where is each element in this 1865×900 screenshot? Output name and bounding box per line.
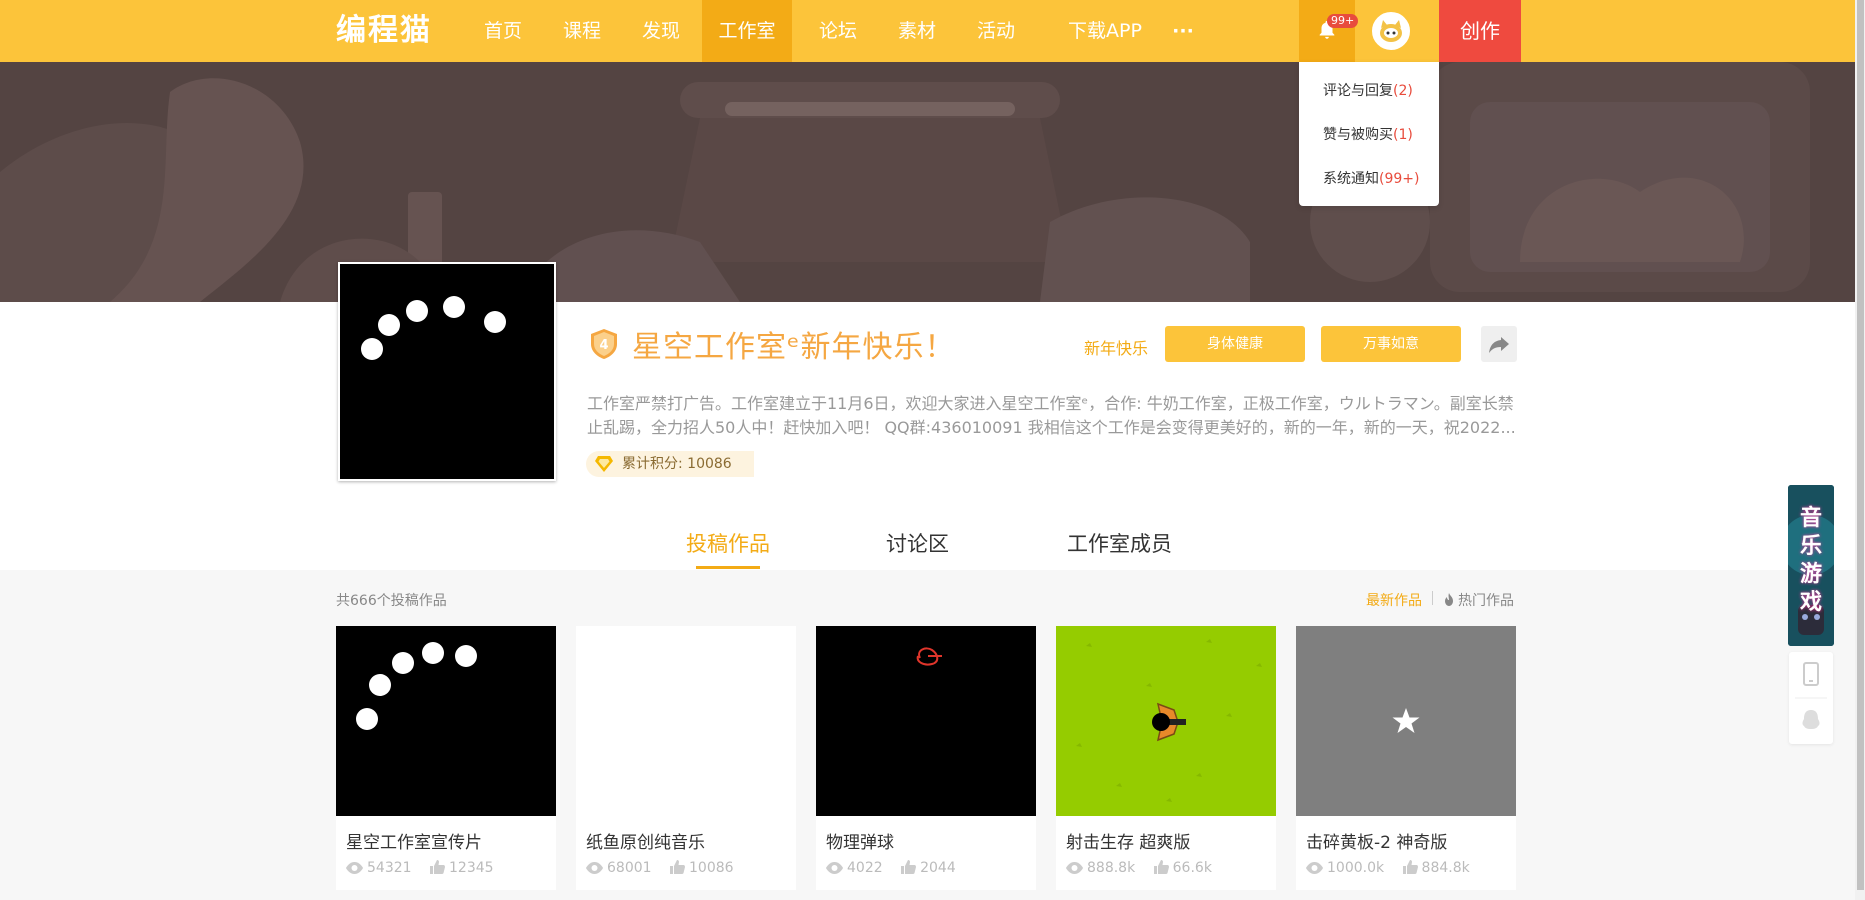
nav-download-app[interactable]: 下载APP xyxy=(1050,0,1160,62)
thumb-up-icon xyxy=(1402,860,1418,874)
nav-courses[interactable]: 课程 xyxy=(549,0,615,62)
work-title: 击碎黄板-2 神奇版 xyxy=(1306,833,1448,853)
works-count: 共666个投稿作品 xyxy=(336,593,447,609)
user-avatar[interactable] xyxy=(1372,12,1410,50)
eye-icon xyxy=(586,862,603,874)
studio-description: 工作室严禁打广告。工作室建立于11月6日，欢迎大家进入星空工作室ᵉ，合作: 牛奶… xyxy=(587,392,1517,440)
sort-hot-label: 热门作品 xyxy=(1458,593,1514,609)
work-thumbnail xyxy=(336,626,556,816)
work-card[interactable]: 纸鱼原创纯音乐 68001 10086 xyxy=(576,626,796,890)
work-title: 纸鱼原创纯音乐 xyxy=(586,833,705,853)
work-stats: 4022 2044 xyxy=(826,860,970,876)
eye-icon xyxy=(1306,862,1323,874)
studio-cover-image xyxy=(338,262,556,481)
side-tools xyxy=(1789,652,1833,744)
nav-more[interactable]: ··· xyxy=(1168,0,1198,62)
nav-forum[interactable]: 论坛 xyxy=(805,0,871,62)
work-title: 星空工作室宣传片 xyxy=(346,833,482,853)
description-line: 工作室严禁打广告。工作室建立于11月6日，欢迎大家进入星空工作室ᵉ，合作: 牛奶… xyxy=(587,394,1514,413)
notif-count: (2) xyxy=(1393,83,1413,99)
points-label: 累计积分: 10086 xyxy=(622,456,732,472)
ad-label: 音乐游戏 xyxy=(1799,506,1822,615)
share-button[interactable] xyxy=(1481,326,1517,362)
notif-system[interactable]: 系统通知(99+) xyxy=(1323,168,1419,188)
diamond-icon xyxy=(595,456,613,472)
notif-count: (99+) xyxy=(1379,171,1420,187)
studio-banner xyxy=(0,62,1855,302)
notif-label: 评论与回复 xyxy=(1323,83,1393,99)
studio-level-badge-icon: 4 xyxy=(591,329,617,359)
work-stats: 1000.0k 884.8k xyxy=(1306,860,1484,876)
work-thumbnail xyxy=(1296,626,1516,816)
work-card[interactable]: 击碎黄板-2 神奇版 1000.0k 884.8k xyxy=(1296,626,1516,890)
qq-icon[interactable] xyxy=(1802,710,1820,729)
notification-button[interactable]: 99+ xyxy=(1299,0,1359,62)
notif-count: (1) xyxy=(1393,127,1413,143)
work-views: 888.8k xyxy=(1087,860,1136,876)
thumb-up-icon xyxy=(1153,860,1169,874)
studio-tag-text: 新年快乐 xyxy=(1084,339,1149,358)
work-card[interactable]: 射击生存 超爽版 888.8k 66.6k xyxy=(1056,626,1276,890)
work-likes: 12345 xyxy=(449,860,494,876)
eye-icon xyxy=(346,862,363,874)
nav-materials[interactable]: 素材 xyxy=(884,0,950,62)
studio-tag-button-health[interactable]: 身体健康 xyxy=(1165,326,1305,362)
work-title: 物理弹球 xyxy=(826,833,894,853)
work-thumbnail xyxy=(816,626,1036,816)
logo[interactable]: 编程猫 xyxy=(336,10,432,52)
banner-illustration xyxy=(0,62,1855,302)
sort-divider xyxy=(1432,591,1433,605)
sort-latest[interactable]: 最新作品 xyxy=(1366,590,1422,610)
studio-title: 星空工作室ᵉ新年快乐！ xyxy=(632,330,956,365)
share-icon xyxy=(1489,337,1509,353)
work-title: 射击生存 超爽版 xyxy=(1066,833,1191,853)
thumb-up-icon xyxy=(901,860,917,874)
work-likes: 2044 xyxy=(920,860,956,876)
nav-home[interactable]: 首页 xyxy=(470,0,536,62)
notification-dropdown: 评论与回复(2) 赞与被购买(1) 系统通知(99+) xyxy=(1299,62,1439,206)
nav-studio[interactable]: 工作室 xyxy=(702,0,792,62)
thumb-up-icon xyxy=(430,860,445,874)
description-line: 止乱踢，全力招人50人中！赶快加入吧！ QQ群:436010091 我相信这个工… xyxy=(587,418,1516,437)
avatar-cat-icon xyxy=(1374,14,1408,48)
work-likes: 66.6k xyxy=(1172,860,1212,876)
notif-likes[interactable]: 赞与被购买(1) xyxy=(1323,124,1413,144)
notif-comments[interactable]: 评论与回复(2) xyxy=(1323,80,1413,100)
active-tab-indicator xyxy=(696,566,760,569)
work-likes: 10086 xyxy=(689,860,734,876)
eye-icon xyxy=(1066,862,1083,874)
work-stats: 888.8k 66.6k xyxy=(1066,860,1226,876)
nav-discover[interactable]: 发现 xyxy=(628,0,694,62)
work-card[interactable]: 星空工作室宣传片 54321 12345 xyxy=(336,626,556,890)
flame-icon xyxy=(1445,593,1453,606)
scrollbar-thumb[interactable] xyxy=(1857,0,1864,890)
eye-icon xyxy=(826,862,843,874)
notif-label: 赞与被购买 xyxy=(1323,127,1393,143)
work-views: 54321 xyxy=(367,860,412,876)
mobile-icon[interactable] xyxy=(1803,662,1819,686)
tab-submissions[interactable]: 投稿作品 xyxy=(686,528,770,558)
work-views: 1000.0k xyxy=(1327,860,1385,876)
work-views: 68001 xyxy=(607,860,652,876)
sort-hot[interactable]: 热门作品 xyxy=(1443,590,1514,610)
notif-label: 系统通知 xyxy=(1323,171,1379,187)
studio-points: 累计积分: 10086 xyxy=(586,451,754,477)
work-likes: 884.8k xyxy=(1421,860,1470,876)
studio-level: 4 xyxy=(599,338,608,353)
work-thumbnail xyxy=(576,626,796,816)
tab-members[interactable]: 工作室成员 xyxy=(1067,528,1172,558)
work-thumbnail xyxy=(1056,626,1276,816)
tab-discussion[interactable]: 讨论区 xyxy=(886,528,949,558)
studio-tag-button-wishes[interactable]: 万事如意 xyxy=(1321,326,1461,362)
nav-events[interactable]: 活动 xyxy=(963,0,1029,62)
top-nav: 编程猫 首页 课程 发现 工作室 论坛 素材 活动 下载APP ··· 99+ … xyxy=(0,0,1855,62)
thumb-up-icon xyxy=(670,860,685,874)
work-views: 4022 xyxy=(847,860,883,876)
work-card[interactable]: 物理弹球 4022 2044 xyxy=(816,626,1036,890)
notification-badge: 99+ xyxy=(1327,14,1359,28)
work-stats: 54321 12345 xyxy=(346,860,508,876)
music-game-ad[interactable]: 音乐游戏 xyxy=(1788,485,1834,646)
work-stats: 68001 10086 xyxy=(586,860,748,876)
create-button[interactable]: 创作 xyxy=(1439,0,1521,62)
